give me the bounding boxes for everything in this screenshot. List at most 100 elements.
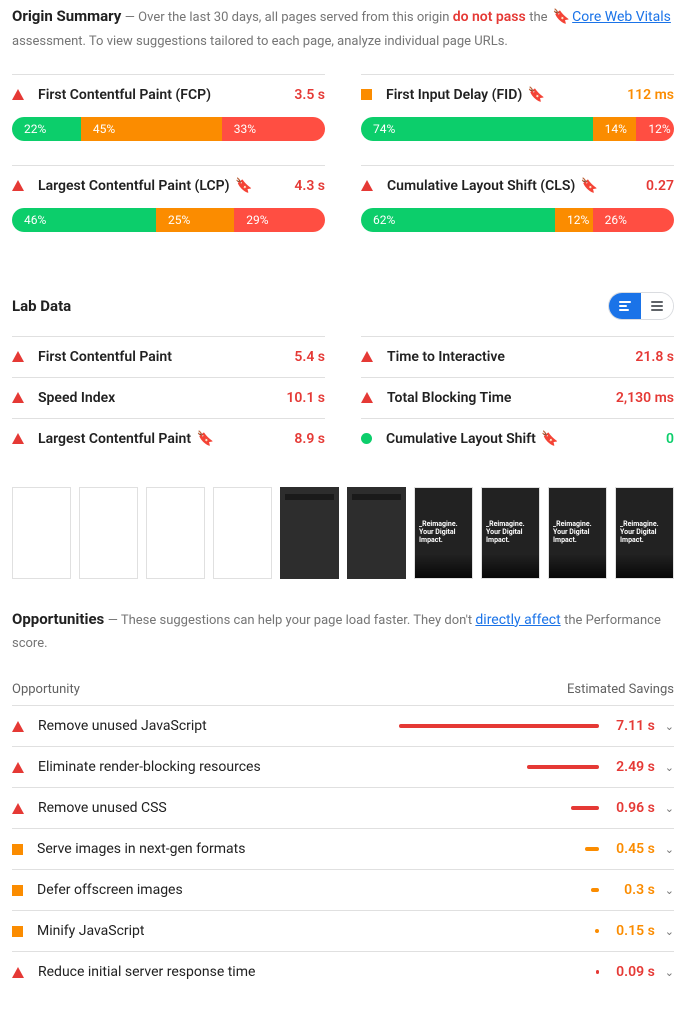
filmstrip-frame[interactable] [213, 487, 272, 579]
filmstrip-frame[interactable] [79, 487, 138, 579]
status-icon [12, 926, 23, 937]
metric-name: Cumulative Layout Shift (CLS) 🔖 [387, 178, 646, 194]
metric-block: First Input Delay (FID) 🔖 112 ms 74%14%12… [361, 74, 674, 141]
filmstrip: _Reimagine. Your Digital Impact. _Reimag… [12, 487, 674, 579]
status-icon [361, 351, 373, 362]
lab-metric-value: 2,130 ms [616, 390, 674, 406]
filmstrip-frame[interactable] [280, 487, 339, 579]
status-icon [361, 180, 373, 191]
opportunities-columns: Opportunity Estimated Savings [12, 674, 674, 705]
metric-name: Largest Contentful Paint (LCP) 🔖 [38, 178, 294, 194]
filmstrip-frame[interactable]: _Reimagine. Your Digital Impact. [615, 487, 674, 579]
status-icon [12, 433, 24, 444]
expanded-view-icon [651, 301, 663, 311]
opportunity-value: 2.49 s [607, 759, 655, 775]
origin-summary-header: Origin Summary — Over the last 30 days, … [12, 0, 674, 66]
chevron-down-icon: ⌄ [665, 843, 674, 856]
status-icon [12, 351, 24, 362]
opportunity-value: 7.11 s [607, 718, 655, 734]
compact-view-icon [619, 301, 631, 311]
opportunity-name: Minify JavaScript [37, 923, 399, 939]
metric-name: First Input Delay (FID) 🔖 [386, 87, 627, 103]
lab-metric-value: 21.8 s [635, 349, 674, 365]
savings-bar-wrap [399, 888, 599, 892]
opportunities-list: Remove unused JavaScript 7.11 s ⌄ Elimin… [12, 705, 674, 992]
opportunity-row[interactable]: Reduce initial server response time 0.09… [12, 951, 674, 992]
core-web-vitals-link[interactable]: Core Web Vitals [572, 9, 671, 25]
lab-metric-name: Cumulative Layout Shift 🔖 [386, 431, 666, 447]
dist-segment: 12% [555, 208, 593, 232]
metric-value: 112 ms [627, 87, 674, 103]
chevron-down-icon: ⌄ [665, 761, 674, 774]
opportunities-title: Opportunities [12, 610, 104, 628]
lab-metric-name: Total Blocking Time [387, 390, 616, 406]
opportunity-name: Serve images in next-gen formats [37, 841, 399, 857]
status-icon [12, 762, 24, 773]
opportunity-row[interactable]: Eliminate render-blocking resources 2.49… [12, 746, 674, 787]
directly-affect-link[interactable]: directly affect [475, 612, 560, 628]
metric-block: First Contentful Paint (FCP) 3.5 s22%45%… [12, 74, 325, 141]
dist-segment: 33% [222, 117, 325, 141]
filmstrip-frame[interactable]: _Reimagine. Your Digital Impact. [548, 487, 607, 579]
status-icon [12, 392, 24, 403]
lab-data-title: Lab Data [12, 297, 71, 315]
metric-block: Cumulative Layout Shift (CLS) 🔖 0.2762%1… [361, 165, 674, 232]
lab-metric-value: 10.1 s [286, 390, 325, 406]
dist-segment: 26% [593, 208, 674, 232]
dist-segment: 74% [361, 117, 593, 141]
opportunity-row[interactable]: Defer offscreen images 0.3 s ⌄ [12, 869, 674, 910]
savings-bar [596, 970, 599, 974]
summary-text-1: — Over the last 30 days, all pages serve… [125, 10, 453, 25]
dist-segment: 14% [593, 117, 637, 141]
filmstrip-frame[interactable] [146, 487, 205, 579]
savings-bar [527, 765, 599, 769]
filmstrip-frame[interactable]: _Reimagine. Your Digital Impact. [481, 487, 540, 579]
status-icon [12, 844, 23, 855]
view-toggle-compact[interactable] [609, 293, 641, 319]
opp-desc-1: — These suggestions can help your page l… [108, 613, 476, 628]
status-icon [12, 89, 24, 100]
filmstrip-frame[interactable] [12, 487, 71, 579]
dist-segment: 12% [636, 117, 674, 141]
view-toggle [608, 292, 674, 320]
opportunity-name: Remove unused JavaScript [38, 718, 399, 734]
status-icon [361, 392, 373, 403]
filmstrip-frame[interactable] [347, 487, 406, 579]
dist-segment: 22% [12, 117, 81, 141]
lab-metric-row: Total Blocking Time 2,130 ms [361, 377, 674, 418]
dist-segment: 46% [12, 208, 156, 232]
opportunity-row[interactable]: Minify JavaScript 0.15 s ⌄ [12, 910, 674, 951]
metric-value: 0.27 [646, 178, 674, 194]
status-icon [361, 89, 372, 100]
opportunity-row[interactable]: Remove unused CSS 0.96 s ⌄ [12, 787, 674, 828]
lab-metric-value: 8.9 s [294, 431, 325, 447]
opportunity-value: 0.3 s [607, 882, 655, 898]
col-opportunity: Opportunity [12, 682, 80, 697]
lab-metric-name: Time to Interactive [387, 349, 635, 365]
fail-text: do not pass [453, 9, 526, 25]
bookmark-icon: 🔖 [581, 178, 598, 194]
opportunity-row[interactable]: Serve images in next-gen formats 0.45 s … [12, 828, 674, 869]
savings-bar-wrap [399, 765, 599, 769]
status-icon [361, 433, 372, 444]
distribution-bar: 74%14%12% [361, 117, 674, 141]
opportunity-row[interactable]: Remove unused JavaScript 7.11 s ⌄ [12, 705, 674, 746]
opportunity-value: 0.45 s [607, 841, 655, 857]
dist-segment: 25% [156, 208, 234, 232]
chevron-down-icon: ⌄ [665, 802, 674, 815]
metric-value: 3.5 s [294, 87, 325, 103]
dist-segment: 45% [81, 117, 222, 141]
view-toggle-expanded[interactable] [641, 293, 673, 319]
bookmark-icon: 🔖 [197, 431, 214, 447]
savings-bar-wrap [399, 929, 599, 933]
lab-metrics-grid: First Contentful Paint 5.4 s Time to Int… [12, 336, 674, 459]
filmstrip-frame[interactable]: _Reimagine. Your Digital Impact. [414, 487, 473, 579]
bookmark-icon: 🔖 [553, 6, 570, 30]
savings-bar-wrap [399, 724, 599, 728]
lab-metric-name: Speed Index [38, 390, 286, 406]
opportunity-name: Reduce initial server response time [38, 964, 399, 980]
savings-bar [595, 929, 599, 933]
summary-text-3: assessment. To view suggestions tailored… [12, 34, 508, 49]
savings-bar [571, 806, 599, 810]
distribution-bar: 46%25%29% [12, 208, 325, 232]
